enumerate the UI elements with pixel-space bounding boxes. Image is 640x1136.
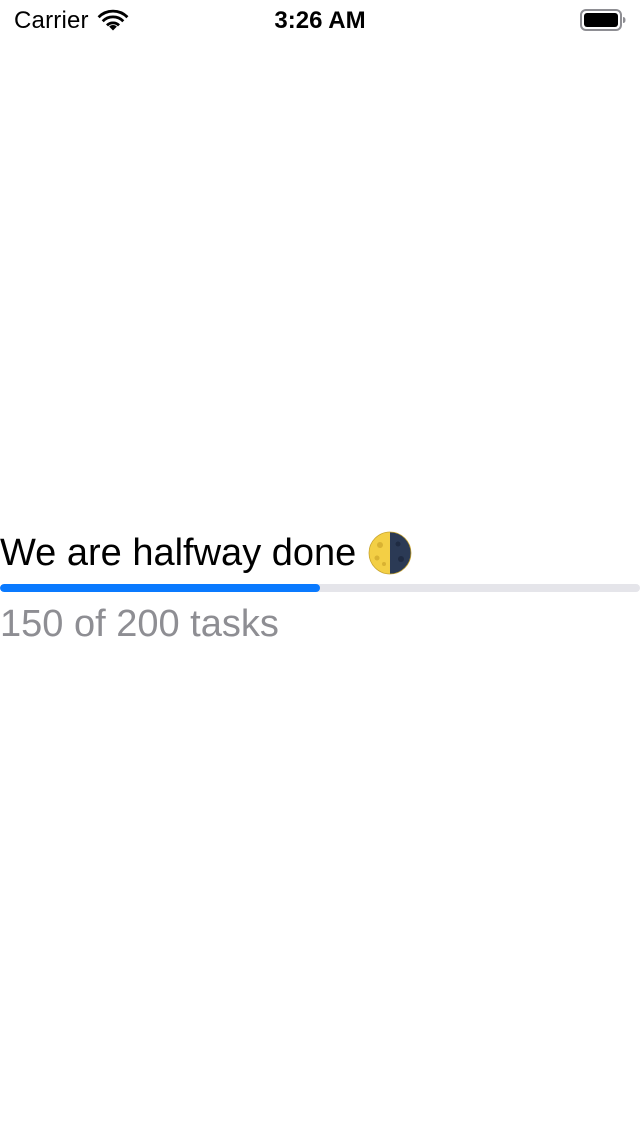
progress-subtitle: 150 of 200 tasks bbox=[0, 603, 279, 645]
progress-bar bbox=[0, 584, 640, 592]
screen: Carrier 3:26 AM We are halfway done 150 … bbox=[0, 0, 640, 1136]
progress-bar-fill bbox=[0, 584, 320, 592]
progress-title: We are halfway done bbox=[0, 532, 357, 574]
title-row: We are halfway done bbox=[0, 528, 640, 578]
status-bar: Carrier 3:26 AM bbox=[0, 0, 640, 40]
status-time: 3:26 AM bbox=[274, 7, 366, 34]
progress-section: We are halfway done 150 of 200 tasks bbox=[0, 528, 640, 645]
first-quarter-moon-icon bbox=[368, 531, 412, 575]
battery-icon bbox=[580, 9, 626, 31]
